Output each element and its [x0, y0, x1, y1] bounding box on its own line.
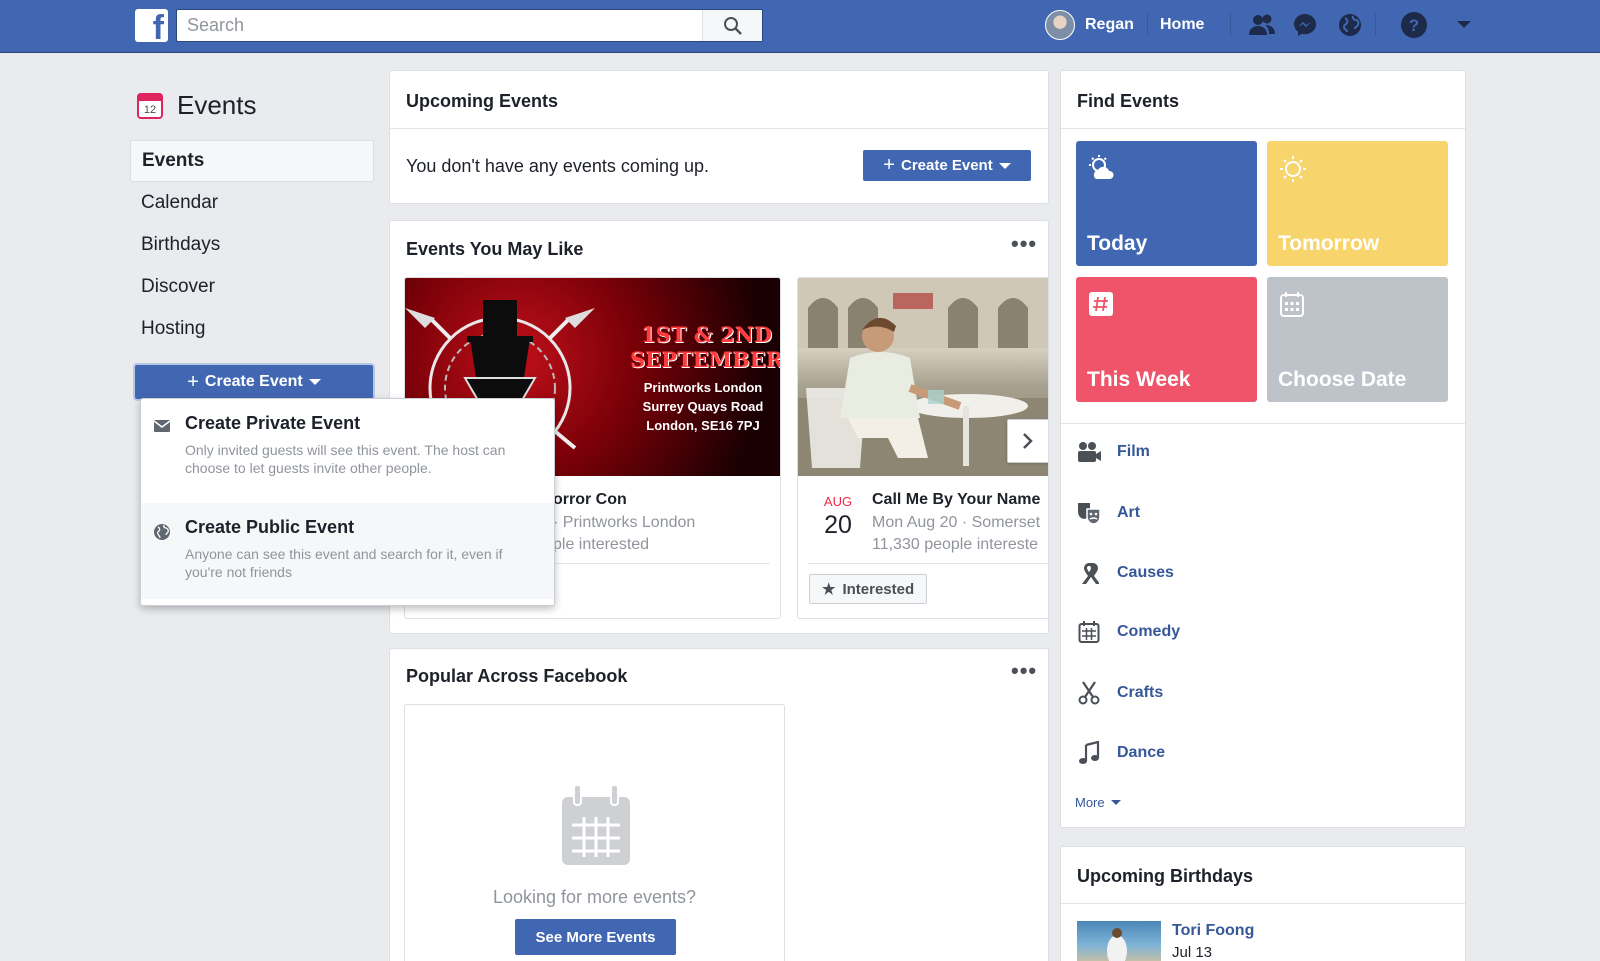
category-art[interactable]: Art [1075, 501, 1140, 525]
create-event-button[interactable]: + Create Event [863, 150, 1031, 181]
empty-state-text: Looking for more events? [492, 887, 697, 907]
create-event-button[interactable]: + Create Event [135, 365, 373, 399]
event-month: AUG [823, 494, 853, 509]
create-event-dropdown-menu: Create Private Event Only invited guests… [140, 398, 555, 606]
profile-link[interactable]: Regan [1045, 0, 1134, 50]
poster-venue-text: Printworks London Surrey Quays Road Lond… [642, 380, 764, 433]
sidebar-item-hosting[interactable]: Hosting [130, 308, 374, 350]
category-film[interactable]: Film [1075, 441, 1150, 463]
tile-this-week[interactable]: This Week [1076, 277, 1257, 402]
tile-today[interactable]: Today [1076, 141, 1257, 266]
top-navigation-bar: f Regan Home ? [0, 0, 1600, 53]
more-categories-link[interactable]: More [1075, 795, 1121, 810]
event-name: Call Me By Your Name [872, 491, 1041, 508]
event-date-place: Mon Aug 20 · Somerset [872, 514, 1041, 531]
search-icon [723, 16, 742, 35]
events-you-may-like-title: Events You May Like [406, 239, 584, 259]
divider [1230, 14, 1231, 36]
chevron-right-icon [1023, 433, 1033, 449]
music-note-icon [1079, 741, 1100, 764]
birthday-person-photo[interactable] [1077, 921, 1161, 961]
messenger-icon[interactable] [1291, 11, 1319, 39]
menu-item-create-private-event[interactable]: Create Private Event Only invited guests… [141, 399, 554, 495]
plus-icon: + [187, 370, 199, 393]
upcoming-events-card: Upcoming Events You don't have any event… [389, 70, 1049, 204]
calendar-week-icon [1089, 292, 1113, 316]
upcoming-events-title: Upcoming Events [406, 91, 559, 111]
category-comedy[interactable]: Comedy [1075, 621, 1180, 643]
home-label: Home [1160, 16, 1205, 33]
interested-button[interactable]: ★ Interested [809, 574, 928, 604]
help-icon[interactable]: ? [1400, 11, 1428, 39]
poster-date-text: 1ST & 2ND SEPTEMBER [630, 322, 780, 372]
sidebar-item-events[interactable]: Events [130, 140, 374, 182]
caret-down-icon [998, 162, 1011, 169]
tile-tomorrow[interactable]: Tomorrow [1267, 141, 1448, 266]
globe-icon [154, 524, 170, 540]
search-input[interactable] [177, 10, 697, 41]
notifications-globe-icon[interactable] [1336, 11, 1364, 39]
scissors-icon [1078, 681, 1100, 705]
event-day: 20 [824, 511, 852, 539]
caret-down-icon [1110, 800, 1121, 805]
popular-title: Popular Across Facebook [406, 666, 628, 686]
category-causes[interactable]: Causes [1075, 561, 1174, 585]
calendar-icon: 12 [137, 92, 163, 119]
sidebar-item-discover[interactable]: Discover [130, 266, 374, 308]
event-interest: ple interested [553, 536, 650, 553]
birthday-person-name[interactable]: Tori Foong [1172, 922, 1254, 940]
birthday-date: Jul 13 [1172, 944, 1213, 961]
calendar-grid-icon [1280, 292, 1304, 317]
home-link[interactable]: Home [1160, 0, 1204, 50]
event-interest: 11,330 people intereste [872, 536, 1039, 553]
friend-requests-icon[interactable] [1248, 11, 1276, 39]
calendar-icon [1078, 621, 1100, 643]
menu-item-create-public-event[interactable]: Create Public Event Anyone can see this … [141, 503, 554, 599]
user-name: Regan [1085, 16, 1134, 33]
find-events-title: Find Events [1077, 91, 1180, 111]
upcoming-birthdays-card: Upcoming Birthdays Tori Foong Jul 13 [1060, 846, 1466, 961]
category-dance[interactable]: Dance [1075, 741, 1165, 765]
ribbon-icon [1082, 563, 1099, 584]
facebook-logo-icon[interactable]: f [135, 9, 168, 42]
divider [1147, 14, 1148, 36]
tile-choose-date[interactable]: Choose Date [1267, 277, 1448, 402]
empty-state-box: Looking for more events? See More Events [404, 704, 785, 961]
carousel-next-button[interactable] [1007, 419, 1048, 463]
see-more-events-button[interactable]: See More Events [515, 919, 676, 955]
popular-across-facebook-card: Popular Across Facebook ••• Looking for … [389, 648, 1049, 961]
events-header: 12 Events [137, 90, 257, 121]
sidebar-item-birthdays[interactable]: Birthdays [130, 224, 374, 266]
page-title: Events [177, 90, 257, 120]
search-box [176, 9, 763, 42]
more-options-icon[interactable]: ••• [1011, 658, 1037, 684]
event-place: · Printworks London [553, 514, 696, 531]
sun-icon [1280, 156, 1306, 182]
account-menu-chevron-down-icon[interactable] [1450, 11, 1478, 39]
search-button[interactable] [702, 10, 762, 41]
plus-icon: + [883, 154, 895, 176]
theater-masks-icon [1078, 503, 1101, 525]
sidebar-item-calendar[interactable]: Calendar [130, 182, 374, 224]
upcoming-birthdays-title: Upcoming Birthdays [1077, 866, 1254, 886]
calendar-grid-icon [562, 785, 630, 865]
sun-cloud-icon [1089, 155, 1114, 179]
star-icon: ★ [822, 581, 836, 598]
more-options-icon[interactable]: ••• [1011, 231, 1037, 257]
event-name: orror Con [553, 491, 627, 508]
svg-text:?: ? [1409, 16, 1419, 35]
avatar [1045, 10, 1075, 40]
no-events-text: You don't have any events coming up. [406, 156, 709, 176]
sidebar-nav: Events Calendar Birthdays Discover Hosti… [130, 140, 374, 350]
film-camera-icon [1078, 442, 1101, 462]
caret-down-icon [308, 379, 321, 385]
category-crafts[interactable]: Crafts [1075, 681, 1163, 705]
divider [1375, 14, 1376, 36]
envelope-icon [153, 420, 171, 432]
